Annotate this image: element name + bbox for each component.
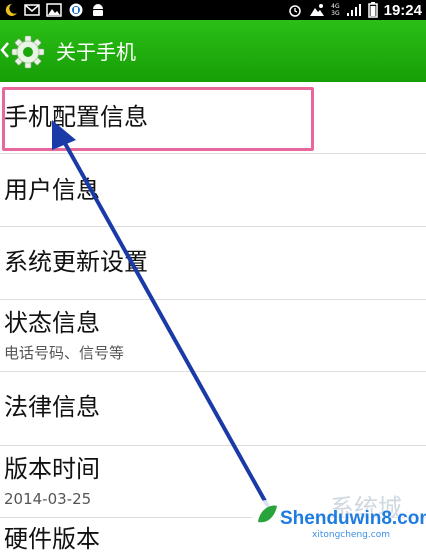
leaf-logo-icon (252, 500, 282, 530)
network-type: 4G 3G (331, 3, 339, 17)
watermark-url: xitongcheng.com (312, 530, 390, 540)
watermark-brand: Shenduwin8.com (280, 508, 426, 529)
list-item-title: 状态信息 (4, 309, 100, 337)
status-bar: 4G 3G 19:24 (0, 0, 426, 20)
list-item-title: 硬件版本 (4, 525, 100, 553)
list-item-system-update[interactable]: 系统更新设置 (0, 227, 426, 300)
music-icon (69, 3, 83, 17)
list-item-status-info[interactable]: 状态信息 电话号码、信号等 (0, 300, 426, 372)
list-item-title: 法律信息 (4, 393, 100, 421)
signal-icon (346, 4, 361, 16)
page-title: 关于手机 (56, 40, 136, 64)
alarm-icon (289, 5, 301, 17)
list-item-user-info[interactable]: 用户信息 (0, 154, 426, 227)
list-item-subtitle: 2014-03-25 (4, 490, 92, 508)
network-top: 4G (331, 3, 340, 10)
network-bottom: 3G (331, 10, 340, 17)
mail-icon (24, 4, 40, 16)
list-item-subtitle: 电话号码、信号等 (4, 344, 125, 362)
highlight-box (2, 87, 314, 151)
gear-icon[interactable] (10, 34, 46, 70)
battery-icon (367, 2, 378, 18)
title-bar: 关于手机 (0, 20, 426, 82)
android-icon (93, 4, 103, 16)
back-chevron-icon[interactable] (0, 40, 10, 60)
clock: 19:24 (383, 1, 422, 19)
watermark: 系统城 Shenduwin8.com xitongcheng.com (250, 488, 426, 544)
list-item-legal-info[interactable]: 法律信息 (0, 372, 426, 446)
moon-icon (5, 3, 17, 16)
list-item-title: 版本时间 (4, 455, 100, 483)
weather-icon (310, 4, 325, 16)
list-item-title: 系统更新设置 (4, 248, 148, 276)
list-item-title: 用户信息 (4, 176, 100, 204)
image-icon (46, 3, 62, 17)
